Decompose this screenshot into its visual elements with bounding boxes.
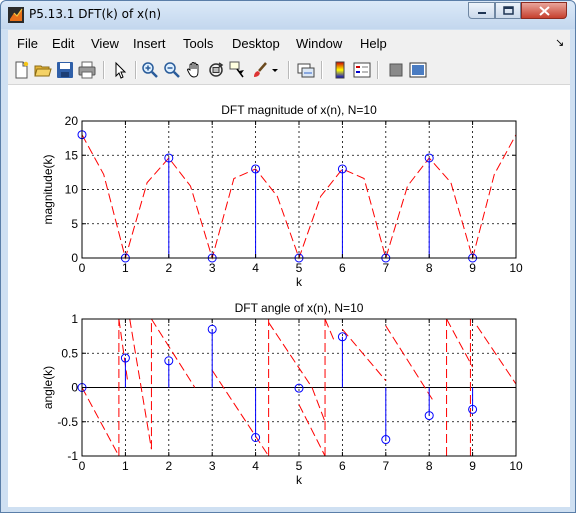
x-tick-label: 6	[339, 261, 346, 275]
colorbar-icon[interactable]	[331, 61, 349, 79]
toolbar-separator	[288, 61, 290, 79]
data-cursor-icon[interactable]	[229, 61, 247, 79]
x-tick-label: 2	[165, 261, 172, 275]
x-tick-label: 0	[79, 261, 86, 275]
open-file-icon[interactable]	[34, 61, 52, 79]
edit-plot-arrow-icon[interactable]	[111, 61, 129, 79]
y-tick-label: -1	[67, 449, 78, 463]
menu-tools[interactable]: Tools	[183, 36, 213, 51]
y-axis-label: angle(k)	[41, 366, 55, 409]
y-tick-label: 1	[71, 312, 78, 326]
maximize-button[interactable]	[495, 2, 521, 19]
y-tick-label: 15	[65, 148, 79, 162]
toolbar-separator	[135, 61, 137, 79]
x-tick-label: 4	[252, 261, 259, 275]
zoom-in-icon[interactable]	[141, 61, 159, 79]
menu-help[interactable]: Help	[360, 36, 387, 51]
title-bar[interactable]: P5.13.1 DFT(k) of x(n)	[1, 1, 575, 29]
link-plot-icon[interactable]	[297, 61, 315, 79]
menu-desktop[interactable]: Desktop	[232, 36, 280, 51]
close-icon	[538, 5, 550, 16]
x-tick-label: 10	[509, 459, 523, 473]
y-tick-label: 0	[71, 381, 78, 395]
y-tick-label: 5	[71, 217, 78, 231]
maximize-icon	[502, 6, 514, 15]
close-button[interactable]	[521, 2, 567, 19]
x-tick-label: 4	[252, 459, 259, 473]
new-figure-icon[interactable]	[12, 61, 30, 79]
y-tick-label: 0.5	[61, 346, 78, 360]
x-tick-label: 5	[296, 459, 303, 473]
x-tick-label: 0	[79, 459, 86, 473]
dock-arrow-icon[interactable]: ↘	[555, 36, 564, 49]
menu-window[interactable]: Window	[296, 36, 342, 51]
chart-title: DFT magnitude of x(n), N=10	[221, 103, 377, 117]
rotate-3d-icon[interactable]	[207, 61, 225, 79]
x-tick-label: 9	[469, 261, 476, 275]
x-tick-label: 7	[382, 459, 389, 473]
window-title: P5.13.1 DFT(k) of x(n)	[29, 7, 162, 21]
menu-view[interactable]: View	[91, 36, 119, 51]
y-tick-label: 20	[65, 114, 79, 128]
brush-dropdown-icon[interactable]	[271, 61, 279, 79]
minimize-icon	[477, 11, 486, 14]
plot-axes-1	[77, 120, 517, 263]
x-tick-label: 8	[426, 261, 433, 275]
toolbar-separator	[321, 61, 323, 79]
plots-svg: 0 1 2 3 4 5 6 7 8 9 1005101520DFT magnitude of x(n…	[41, 103, 523, 487]
x-tick-label: 3	[209, 261, 216, 275]
y-tick-label: 0	[71, 251, 78, 265]
x-tick-label: 5	[296, 261, 303, 275]
x-tick-label: 7	[382, 261, 389, 275]
figure-canvas: 0 1 2 3 4 5 6 7 8 9 10 0 5 10 15 20 DFT magnitude of x(n…	[8, 85, 570, 507]
toolbar-separator	[377, 61, 379, 79]
x-tick-label: 10	[509, 261, 523, 275]
brush-icon[interactable]	[251, 61, 269, 79]
zoom-out-icon[interactable]	[163, 61, 181, 79]
x-tick-label: 6	[339, 459, 346, 473]
toolbar-separator	[103, 61, 105, 79]
x-tick-label: 3	[209, 459, 216, 473]
y-tick-label: 10	[65, 183, 79, 197]
y-tick-label: -0.5	[57, 415, 78, 429]
menu-edit[interactable]: Edit	[52, 36, 74, 51]
figure-client-area: File Edit View Insert Tools Desktop Wind…	[8, 30, 570, 507]
figure-toolbar	[8, 56, 570, 85]
figure-window: P5.13.1 DFT(k) of x(n) File Edit View In…	[0, 0, 576, 513]
x-tick-label: 2	[165, 459, 172, 473]
pan-hand-icon[interactable]	[185, 61, 203, 79]
menu-bar: File Edit View Insert Tools Desktop Wind…	[8, 30, 570, 56]
x-tick-label: 9	[469, 459, 476, 473]
minimize-button[interactable]	[468, 2, 495, 19]
save-icon[interactable]	[56, 61, 74, 79]
x-tick-label: 8	[426, 459, 433, 473]
hide-plot-tools-icon[interactable]	[387, 61, 405, 79]
menu-insert[interactable]: Insert	[133, 36, 166, 51]
x-axis-label: k	[296, 275, 303, 289]
chart-title: DFT angle of x(n), N=10	[235, 301, 364, 315]
plot-axes-2	[77, 318, 517, 457]
legend-icon[interactable]	[353, 61, 371, 79]
menu-file[interactable]: File	[17, 36, 38, 51]
x-tick-label: 1	[122, 261, 129, 275]
y-axis-label: magnitude(k)	[41, 154, 55, 224]
print-icon[interactable]	[78, 61, 96, 79]
matlab-figure-icon	[8, 7, 24, 23]
x-axis-label: k	[296, 473, 303, 487]
x-tick-label: 1	[122, 459, 129, 473]
show-plot-tools-icon[interactable]	[409, 61, 427, 79]
